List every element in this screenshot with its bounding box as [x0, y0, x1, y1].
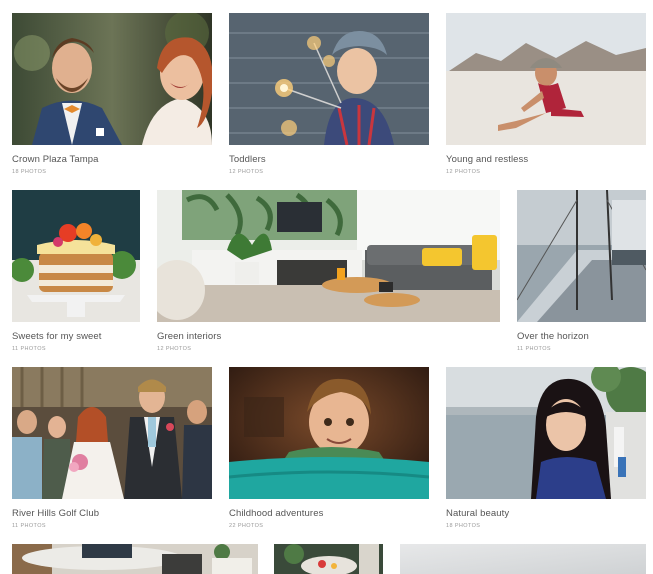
album-card-row4-3[interactable]: [400, 544, 646, 574]
album-title[interactable]: Young and restless: [446, 154, 528, 165]
dessert-plates-photo[interactable]: [274, 544, 383, 574]
album-card-sweets-for-my-sweet[interactable]: Sweets for my sweet 11 PHOTOS: [12, 190, 140, 355]
album-title[interactable]: Childhood adventures: [229, 508, 323, 519]
sailboat-deck-photo[interactable]: [517, 190, 646, 322]
wedding-couple-photo[interactable]: [12, 13, 212, 145]
light-gray-photo[interactable]: [400, 544, 646, 574]
album-photo-count: 12 PHOTOS: [229, 169, 264, 175]
album-title[interactable]: Natural beauty: [446, 508, 509, 519]
album-photo-count: 11 PHOTOS: [517, 346, 551, 352]
album-photo-count: 18 PHOTOS: [446, 523, 481, 529]
album-card-over-the-horizon[interactable]: Over the horizon 11 PHOTOS: [517, 190, 646, 355]
cafe-table-photo[interactable]: [12, 544, 258, 574]
album-card-river-hills-golf-club[interactable]: River Hills Golf Club 11 PHOTOS: [12, 367, 212, 532]
album-title[interactable]: Green interiors: [157, 331, 221, 342]
living-room-interior-photo[interactable]: [157, 190, 500, 322]
album-card-row4-2[interactable]: [274, 544, 383, 574]
album-title[interactable]: Over the horizon: [517, 331, 589, 342]
album-photo-count: 12 PHOTOS: [446, 169, 481, 175]
album-card-green-interiors[interactable]: Green interiors 12 PHOTOS: [157, 190, 500, 355]
album-photo-count: 22 PHOTOS: [229, 523, 264, 529]
album-title[interactable]: Crown Plaza Tampa: [12, 154, 99, 165]
album-photo-count: 11 PHOTOS: [12, 523, 46, 529]
album-card-natural-beauty[interactable]: Natural beauty 18 PHOTOS: [446, 367, 646, 532]
album-card-toddlers[interactable]: Toddlers 12 PHOTOS: [229, 13, 429, 178]
boy-peeking-over-cushion-photo[interactable]: [229, 367, 429, 499]
album-title[interactable]: Toddlers: [229, 154, 266, 165]
album-photo-count: 11 PHOTOS: [12, 346, 46, 352]
child-with-sparklers-photo[interactable]: [229, 13, 429, 145]
woman-by-the-river-photo[interactable]: [446, 367, 646, 499]
album-card-childhood-adventures[interactable]: Childhood adventures 22 PHOTOS: [229, 367, 429, 532]
wedding-procession-photo[interactable]: [12, 367, 212, 499]
album-card-young-and-restless[interactable]: Young and restless 12 PHOTOS: [446, 13, 646, 178]
album-photo-count: 18 PHOTOS: [12, 169, 47, 175]
layered-cake-photo[interactable]: [12, 190, 140, 322]
album-gallery: Crown Plaza Tampa 18 PHOTOS Toddlers 12 …: [0, 0, 653, 574]
woman-sitting-on-beach-photo[interactable]: [446, 13, 646, 145]
album-title[interactable]: River Hills Golf Club: [12, 508, 99, 519]
album-card-row4-1[interactable]: [12, 544, 258, 574]
album-card-crown-plaza-tampa[interactable]: Crown Plaza Tampa 18 PHOTOS: [12, 13, 212, 178]
album-photo-count: 12 PHOTOS: [157, 346, 192, 352]
album-title[interactable]: Sweets for my sweet: [12, 331, 102, 342]
